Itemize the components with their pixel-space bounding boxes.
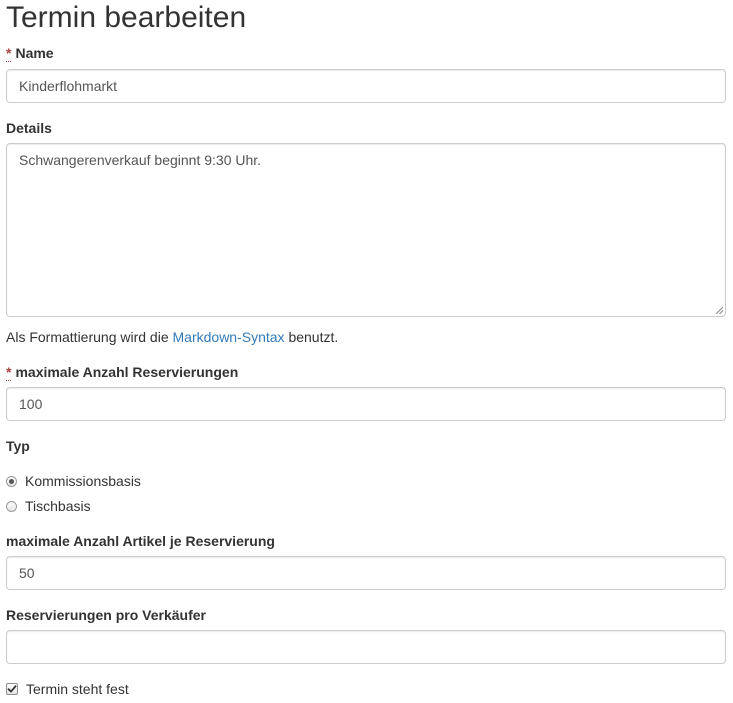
reservations-per-seller-label: Reservierungen pro Verkäufer — [6, 607, 206, 623]
radio-option-kommissionsbasis[interactable]: Kommissionsbasis — [6, 471, 141, 491]
event-fixed-label: Termin steht fest — [26, 681, 129, 697]
details-label: Details — [6, 120, 52, 136]
page-title: Termin bearbeiten — [6, 1, 247, 34]
max-articles-input[interactable]: 50 — [6, 556, 726, 590]
checkmark-icon — [7, 685, 17, 693]
radio-button[interactable] — [6, 500, 17, 512]
details-textarea[interactable]: Schwangerenverkauf beginnt 9:30 Uhr. — [6, 143, 726, 317]
max-reservations-label: * maximale Anzahl Reservierungen — [6, 362, 238, 382]
radio-option-tischbasis[interactable]: Tischbasis — [6, 496, 91, 516]
event-fixed-checkbox[interactable] — [6, 683, 18, 695]
markdown-syntax-link[interactable]: Markdown-Syntax — [173, 329, 285, 345]
name-label: * Name — [6, 43, 54, 63]
max-articles-label: maximale Anzahl Artikel je Reservierung — [6, 533, 275, 549]
radio-label: Kommissionsbasis — [25, 473, 141, 489]
details-text: Schwangerenverkauf beginnt 9:30 Uhr. — [19, 152, 262, 168]
required-marker: * — [6, 364, 12, 381]
event-fixed-checkbox-row[interactable]: Termin steht fest — [6, 679, 129, 699]
name-input[interactable]: Kinderflohmarkt — [6, 69, 726, 103]
help-prefix: Als Formattierung wird die — [6, 329, 173, 345]
name-label-text: Name — [15, 45, 54, 61]
markdown-help-text: Als Formattierung wird die Markdown-Synt… — [6, 327, 338, 347]
max-reservations-input[interactable]: 100 — [6, 387, 726, 421]
max-reservations-label-text: maximale Anzahl Reservierungen — [15, 364, 239, 380]
help-suffix: benutzt. — [284, 329, 339, 345]
required-marker: * — [6, 45, 12, 62]
edit-event-form: Termin bearbeiten * Name Kinderflohmarkt … — [0, 0, 733, 703]
radio-label: Tischbasis — [25, 498, 91, 514]
radio-button-checked[interactable] — [6, 475, 17, 487]
resize-grip-icon[interactable] — [715, 306, 723, 314]
type-label: Typ — [6, 438, 30, 454]
reservations-per-seller-input[interactable] — [6, 630, 726, 664]
